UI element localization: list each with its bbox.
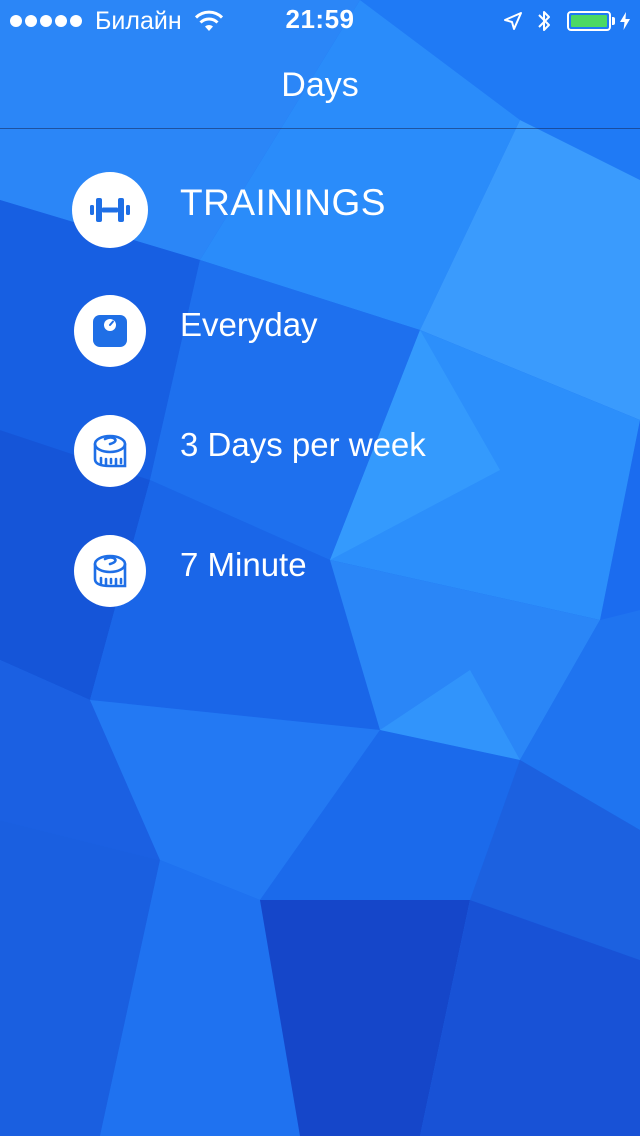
charging-bolt-icon [620, 12, 630, 30]
dumbbell-icon [72, 172, 148, 248]
bluetooth-icon [538, 11, 550, 31]
menu-item-label: 7 Minute [180, 546, 307, 583]
menu-item-3-days-per-week[interactable]: 3 Days per week [0, 388, 640, 508]
menu-item-7-minute[interactable]: 7 Minute [0, 508, 640, 628]
menu-item-trainings[interactable]: TRAININGS [0, 148, 640, 268]
page-title: Days [281, 66, 359, 104]
battery-icon [567, 11, 611, 31]
status-bar: Билайн 21:59 [0, 0, 640, 40]
scale-icon [74, 295, 146, 367]
measuring-tape-icon [74, 535, 146, 607]
menu-item-everyday[interactable]: Everyday [0, 268, 640, 388]
menu-item-label: Everyday [180, 306, 318, 343]
menu-item-label: TRAININGS [180, 182, 386, 223]
days-menu: TRAININGS Everyday 3 Days per week 7 Min… [0, 148, 640, 628]
measuring-tape-icon [74, 415, 146, 487]
menu-item-label: 3 Days per week [180, 426, 426, 463]
location-arrow-icon [504, 12, 522, 30]
navigation-bar: Days [0, 40, 640, 129]
